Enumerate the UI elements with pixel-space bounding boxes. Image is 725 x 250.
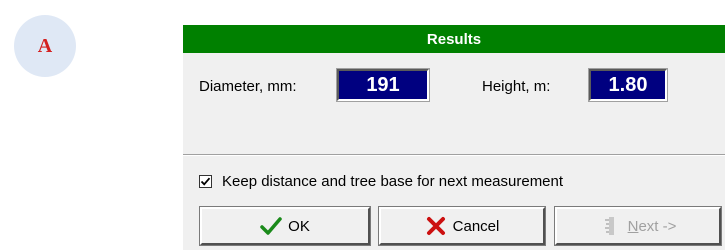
keep-distance-checkbox[interactable] [199,174,212,188]
results-dialog: Results Diameter, mm: 191 Height, m: 1.8… [183,25,725,250]
checkbox-check-icon [200,177,211,186]
height-value: 1.80 [608,73,648,96]
ok-label: OK [288,217,310,235]
cancel-label: Cancel [452,217,500,235]
ok-button[interactable]: OK [199,206,371,246]
dialog-title: Results [426,30,482,48]
height-value-box: 1.80 [588,68,668,102]
keep-distance-label: Keep distance and tree base for next mea… [222,172,564,190]
diameter-label: Diameter, mm: [199,78,297,95]
diameter-value: 191 [366,73,400,96]
next-label: Next -> [627,217,677,235]
step-badge: A [14,15,76,77]
x-icon [425,216,447,236]
dialog-title-bar: Results [183,25,725,53]
next-button[interactable]: Next -> [554,206,722,246]
checkmark-icon [260,216,282,236]
height-label: Height, m: [482,78,551,95]
cancel-button[interactable]: Cancel [378,206,546,246]
diameter-value-box: 191 [336,68,430,102]
keep-distance-checkbox-row[interactable]: Keep distance and tree base for next mea… [199,171,563,191]
separator [183,154,725,156]
ruler-icon [600,216,622,236]
step-badge-letter: A [37,34,53,57]
